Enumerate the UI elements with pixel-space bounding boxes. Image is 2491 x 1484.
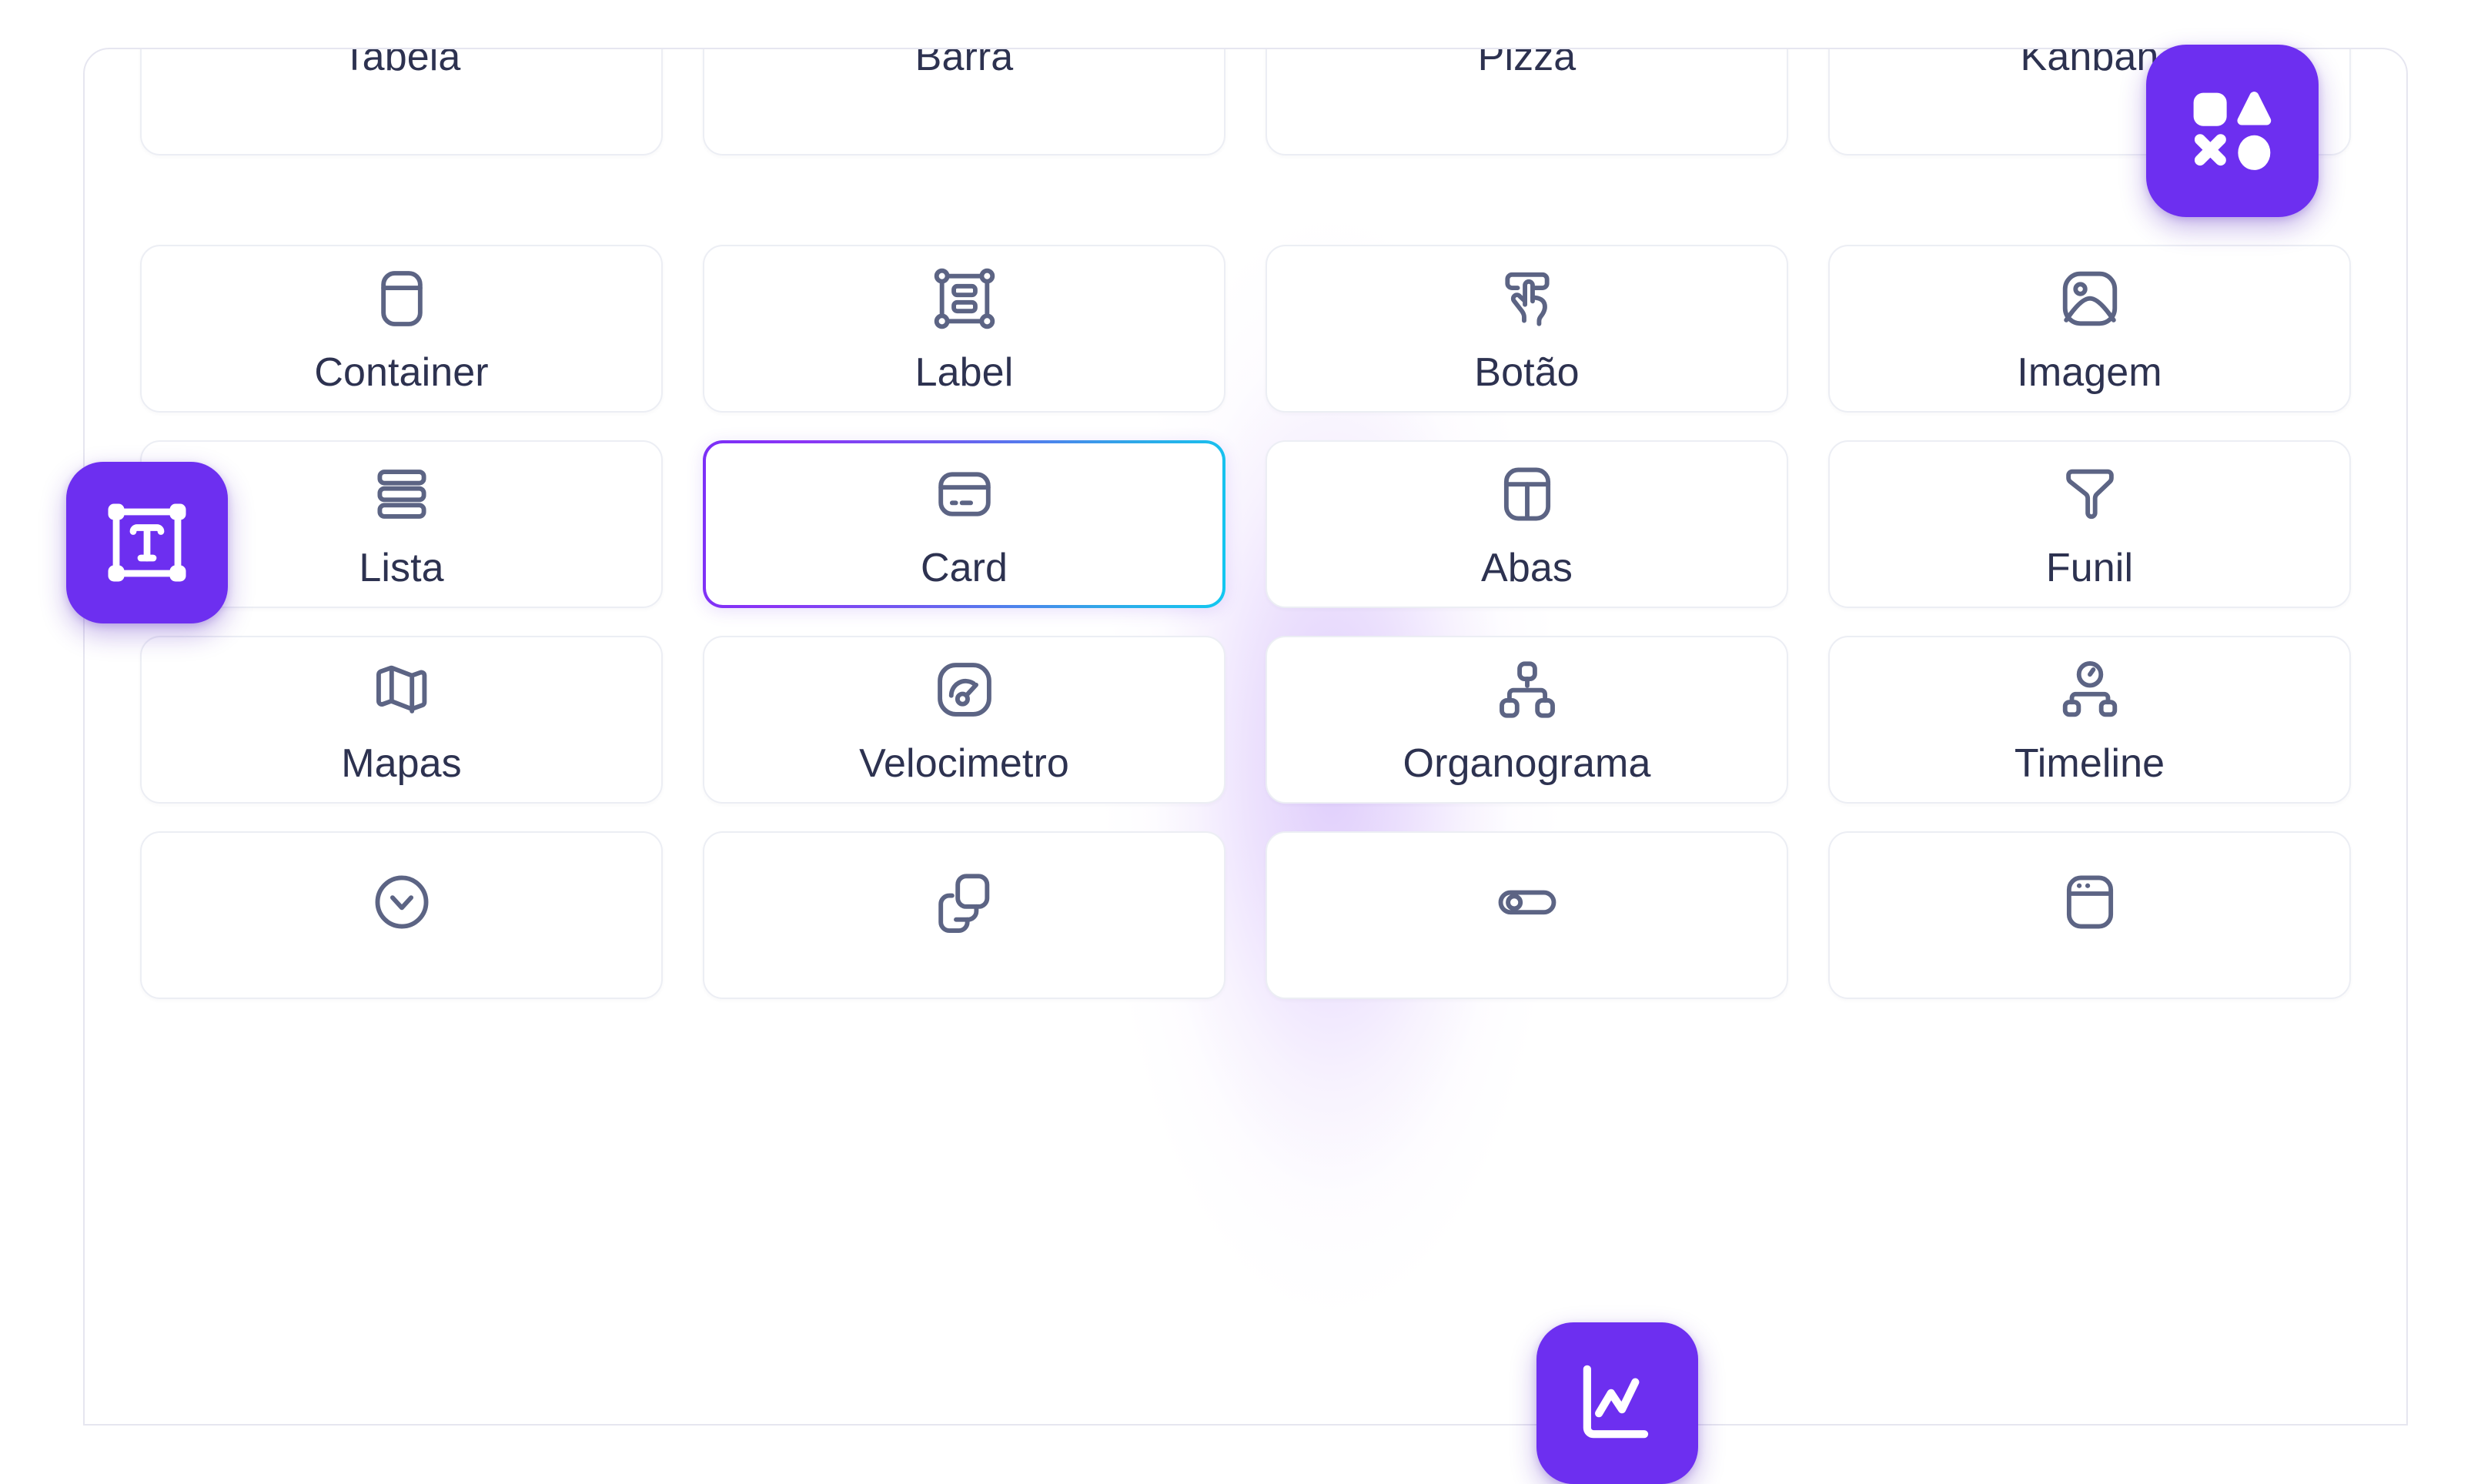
shapes-badge-button[interactable] [2146, 45, 2319, 217]
hand-pointer-button-icon [1493, 265, 1561, 333]
container-icon [368, 265, 436, 333]
widget-cell-label[interactable]: Label [703, 245, 1225, 413]
credit-card-icon [931, 460, 998, 528]
widget-cell-container[interactable]: Container [140, 245, 663, 413]
widget-label: Botão [1474, 350, 1580, 395]
widget-cell-toggle[interactable] [1266, 831, 1788, 999]
toggle-switch-icon [1493, 868, 1561, 936]
widget-cell-accordion[interactable] [140, 831, 663, 999]
widget-cell-abas[interactable]: Abas [1266, 440, 1788, 608]
widget-cell-card[interactable]: Card [703, 440, 1225, 608]
browser-window-icon [2056, 868, 2124, 936]
funnel-icon [2056, 460, 2124, 528]
widget-cell-funil[interactable]: Funil [1828, 440, 2351, 608]
timeline-clock-icon [2056, 656, 2124, 724]
widget-label: Funil [2045, 546, 2134, 590]
map-icon [368, 656, 436, 724]
widget-label: Pizza [1477, 48, 1577, 79]
org-chart-icon [1493, 656, 1561, 724]
widget-cell-organograma[interactable]: Organograma [1266, 636, 1788, 804]
widget-label: Timeline [2014, 741, 2165, 786]
text-frame-badge-button[interactable] [66, 462, 228, 623]
widget-cell-copy-stack[interactable] [703, 831, 1225, 999]
line-chart-icon [1570, 1356, 1664, 1450]
widget-label: Lista [359, 546, 444, 590]
widget-grid: Tabela Barra Pizza Kanban Container Labe… [85, 49, 2406, 1424]
widget-cell-timeline[interactable]: Timeline [1828, 636, 2351, 804]
widget-label: Abas [1481, 546, 1573, 590]
widget-palette-panel: Tabela Barra Pizza Kanban Container Labe… [83, 48, 2408, 1426]
widget-cell-velocimetro[interactable]: Velocimetro [703, 636, 1225, 804]
copy-stack-icon [931, 868, 998, 936]
widget-cell-pizza[interactable]: Pizza [1266, 48, 1788, 155]
widget-label: Velocimetro [859, 741, 1069, 786]
gauge-icon [931, 656, 998, 724]
tabs-layout-icon [1493, 460, 1561, 528]
widget-label: Kanban [2020, 48, 2159, 79]
widget-cell-browser-window[interactable] [1828, 831, 2351, 999]
widget-cell-botao[interactable]: Botão [1266, 245, 1788, 413]
widget-cell-mapas[interactable]: Mapas [140, 636, 663, 804]
image-icon [2056, 265, 2124, 333]
widget-label: Barra [914, 48, 1014, 79]
widget-cell-barra[interactable]: Barra [703, 48, 1225, 155]
widget-label: Imagem [2017, 350, 2162, 395]
widget-cell-imagem[interactable]: Imagem [1828, 245, 2351, 413]
line-chart-badge-button[interactable] [1536, 1322, 1698, 1484]
label-frame-icon [931, 265, 998, 333]
chevron-down-circle-icon [368, 868, 436, 936]
shapes-icon [2184, 82, 2281, 179]
widget-cell-tabela[interactable]: Tabela [140, 48, 663, 155]
widget-label: Card [920, 546, 1008, 590]
text-frame-icon [101, 496, 193, 589]
list-icon [368, 460, 436, 528]
widget-label: Tabela [342, 48, 461, 79]
widget-label: Container [314, 350, 489, 395]
widget-label: Mapas [341, 741, 462, 786]
widget-label: Organograma [1403, 741, 1651, 786]
widget-label: Label [914, 350, 1014, 395]
